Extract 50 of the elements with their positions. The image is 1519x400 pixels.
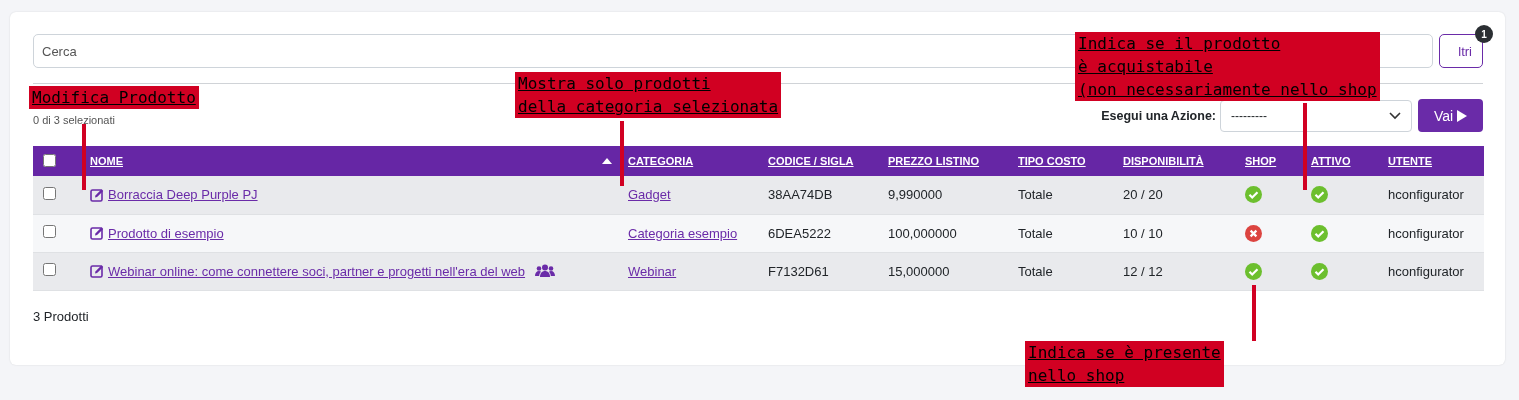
column-header[interactable]: ATTIVO <box>1311 155 1351 167</box>
column-header[interactable]: CODICE / SIGLA <box>768 155 854 167</box>
annotation-label: Indica se il prodotto è acquistabile (non necessariamente nello shop <box>1075 32 1380 101</box>
availability-cell: 12 / 12 <box>1123 263 1163 279</box>
chevron-down-icon <box>1389 111 1401 120</box>
edit-icon[interactable] <box>90 264 104 278</box>
edit-icon[interactable] <box>90 226 104 240</box>
selection-count: 0 di 3 selezionati <box>33 114 115 126</box>
annotation-label: Modifica Prodotto <box>29 86 199 109</box>
price-cell: 100,000000 <box>888 225 957 241</box>
cost-type-cell: Totale <box>1018 187 1053 203</box>
column-header[interactable]: TIPO COSTO <box>1018 155 1086 167</box>
annotation-label: Mostra solo prodotti della categoria selezionata <box>515 72 782 118</box>
go-button[interactable]: Vai <box>1418 99 1483 132</box>
availability-cell: 20 / 20 <box>1123 187 1163 203</box>
price-cell: 15,000000 <box>888 263 950 279</box>
sort-up-icon <box>602 158 612 164</box>
annotation-label: Indica se è presente nello shop <box>1025 341 1224 387</box>
row-checkbox[interactable] <box>42 225 56 238</box>
category-link[interactable]: Webinar <box>628 263 677 279</box>
user-cell: hconfigurator <box>1388 187 1464 203</box>
code-cell: F7132D61 <box>768 263 829 279</box>
product-link[interactable]: Prodotto di esempio <box>108 225 224 241</box>
user-cell: hconfigurator <box>1388 225 1464 241</box>
count-badge: 1 <box>1475 25 1493 43</box>
row-checkbox[interactable] <box>42 263 56 276</box>
product-count: 3 Prodotti <box>33 308 90 324</box>
filter-button[interactable]: ltri <box>1439 34 1483 68</box>
play-icon <box>1457 109 1468 122</box>
column-header[interactable]: PREZZO LISTINO <box>888 155 980 167</box>
price-cell: 9,990000 <box>888 187 943 203</box>
edit-icon[interactable] <box>90 187 104 202</box>
column-header[interactable]: NOME <box>90 155 123 167</box>
column-header[interactable]: UTENTE <box>1388 155 1432 167</box>
column-header[interactable]: DISPONIBILITÀ <box>1123 155 1204 167</box>
select-all-checkbox[interactable] <box>42 153 56 167</box>
column-header[interactable]: CATEGORIA <box>628 155 694 167</box>
category-link[interactable]: Categoria esempio <box>628 225 738 241</box>
row-checkbox[interactable] <box>42 186 56 200</box>
column-header[interactable]: SHOP <box>1245 155 1277 167</box>
cost-type-cell: Totale <box>1018 263 1053 279</box>
product-link[interactable]: Borraccia Deep Purple PJ <box>108 187 258 203</box>
cost-type-cell: Totale <box>1018 225 1053 241</box>
code-cell: 38AA74DB <box>768 187 833 203</box>
availability-cell: 10 / 10 <box>1123 225 1163 241</box>
product-link[interactable]: Webinar online: come connettere soci, partner e progetti nell'era del web <box>108 263 526 279</box>
action-label: Esegui una Azione: <box>1101 108 1216 123</box>
code-cell: 6DEA5222 <box>768 225 831 241</box>
category-link[interactable]: Gadget <box>628 187 671 203</box>
user-cell: hconfigurator <box>1388 263 1464 279</box>
